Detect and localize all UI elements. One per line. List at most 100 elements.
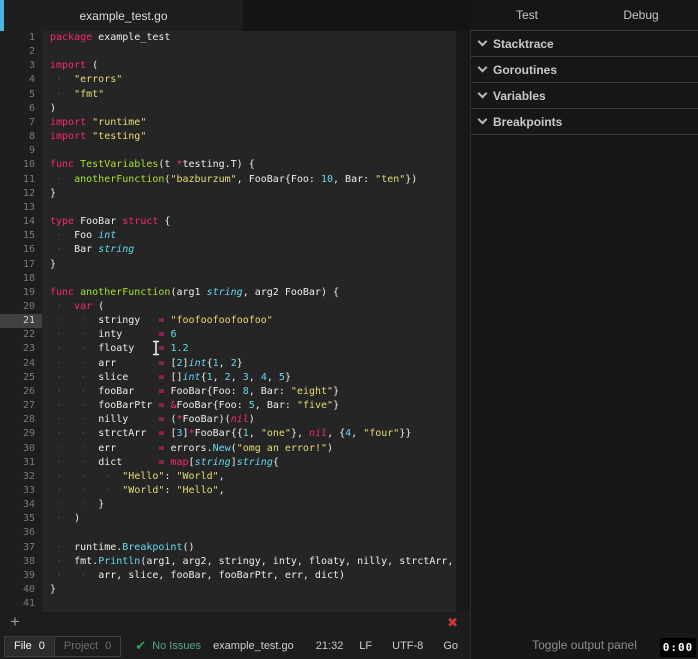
code-line[interactable]: · ) — [50, 512, 456, 526]
code-line[interactable]: · · fooBarPtr = &FooBar{Foo: 5, Bar: "fi… — [50, 399, 456, 413]
line-number[interactable]: 6 — [0, 102, 42, 116]
code-line[interactable]: func TestVariables(t *testing.T) { — [50, 158, 456, 172]
code-line[interactable]: · var ( — [50, 300, 456, 314]
line-number[interactable]: 2 — [0, 45, 42, 59]
code-line[interactable]: · · stringy = "foofoofoofoofoo" — [50, 314, 456, 328]
line-number[interactable]: 20 — [0, 300, 42, 314]
line-number[interactable]: 21 — [0, 314, 42, 329]
status-item[interactable]: UTF-8 — [392, 640, 423, 652]
code-line[interactable]: · · nilly = (*FooBar)(nil) — [50, 413, 456, 427]
line-number[interactable]: 40 — [0, 583, 42, 597]
status-item[interactable]: LF — [359, 640, 372, 652]
panel-section-goroutines[interactable]: Goroutines — [471, 57, 698, 83]
line-number[interactable]: 16 — [0, 243, 42, 257]
code-line[interactable]: · fmt.Println(arg1, arg2, stringy, inty,… — [50, 555, 456, 569]
code-line[interactable]: ) — [50, 102, 456, 116]
add-tab-button[interactable]: + — [10, 612, 20, 632]
line-number[interactable]: 12 — [0, 187, 42, 201]
status-item[interactable]: Go — [443, 640, 458, 652]
code-line[interactable]: · anotherFunction("bazburzum", FooBar{Fo… — [50, 173, 456, 187]
code-line[interactable] — [50, 526, 456, 540]
line-number[interactable]: 9 — [0, 144, 42, 158]
line-number[interactable]: 22 — [0, 328, 42, 342]
code-line[interactable]: · · dict = map[string]string{ — [50, 456, 456, 470]
line-number[interactable]: 38 — [0, 555, 42, 569]
code-line[interactable]: · · inty = 6 — [50, 328, 456, 342]
code-line[interactable]: package example_test — [50, 31, 456, 45]
code-line[interactable]: import "runtime" — [50, 116, 456, 130]
code-editor[interactable]: 1 2 3 4 5 6 7 8 9 10 11 12 13 14 15 16 17 18 19 20 21 22 23 24 2… — [0, 31, 470, 612]
line-number[interactable]: 30 — [0, 442, 42, 456]
code-line[interactable]: } — [50, 187, 456, 201]
line-number[interactable]: 18 — [0, 272, 42, 286]
code-line[interactable] — [50, 597, 456, 611]
line-number[interactable]: 27 — [0, 399, 42, 413]
code-line[interactable]: import ( — [50, 59, 456, 73]
code-line[interactable] — [50, 144, 456, 158]
code-line[interactable]: · runtime.Breakpoint() — [50, 541, 456, 555]
code-line[interactable]: · "fmt" — [50, 88, 456, 102]
line-number[interactable]: 39 — [0, 569, 42, 583]
code-line[interactable]: · · strctArr = [3]*FooBar{{1, "one"}, ni… — [50, 427, 456, 441]
code-line[interactable] — [50, 45, 456, 59]
code-line[interactable]: · · arr, slice, fooBar, fooBarPtr, err, … — [50, 569, 456, 583]
line-number[interactable]: 14 — [0, 215, 42, 229]
tab-example-test-go[interactable]: example_test.go — [4, 0, 243, 31]
line-number[interactable]: 35 — [0, 512, 42, 526]
code-line[interactable]: · Foo int — [50, 229, 456, 243]
line-number[interactable]: 29 — [0, 427, 42, 441]
line-number[interactable]: 25 — [0, 371, 42, 385]
line-number[interactable]: 3 — [0, 59, 42, 73]
code-line[interactable]: · "errors" — [50, 73, 456, 87]
code-line[interactable]: · · · "Hello": "World", — [50, 470, 456, 484]
line-number[interactable]: 24 — [0, 357, 42, 371]
line-number[interactable]: 31 — [0, 456, 42, 470]
line-number[interactable]: 11 — [0, 173, 42, 187]
code-line[interactable]: · · arr = [2]int{1, 2} — [50, 357, 456, 371]
line-number[interactable]: 13 — [0, 201, 42, 215]
code-line[interactable]: func anotherFunction(arg1 string, arg2 F… — [50, 286, 456, 300]
line-number[interactable]: 7 — [0, 116, 42, 130]
panel-section-variables[interactable]: Variables — [471, 83, 698, 109]
code-line[interactable]: · · } — [50, 498, 456, 512]
line-number[interactable]: 5 — [0, 88, 42, 102]
file-count-button[interactable]: File 0 — [4, 635, 55, 657]
line-number[interactable]: 34 — [0, 498, 42, 512]
code-line[interactable]: · · slice = []int{1, 2, 3, 4, 5} — [50, 371, 456, 385]
code-line[interactable]: import "testing" — [50, 130, 456, 144]
close-icon[interactable]: ✖ — [447, 615, 458, 631]
line-number[interactable]: 23 — [0, 342, 42, 356]
code-line[interactable]: · · · "World": "Hello", — [50, 484, 456, 498]
code-line[interactable]: } — [50, 583, 456, 597]
line-number[interactable]: 8 — [0, 130, 42, 144]
tab-test[interactable]: Test — [470, 0, 584, 30]
code-area[interactable]: package example_test import ( · "errors" … — [42, 31, 456, 612]
panel-section-stacktrace[interactable]: Stacktrace — [471, 31, 698, 57]
project-count-button[interactable]: Project 0 — [54, 635, 122, 657]
line-number[interactable]: 4 — [0, 73, 42, 87]
editor-scrollbar[interactable] — [456, 31, 470, 612]
panel-section-label: Breakpoints — [493, 114, 563, 129]
panel-section-breakpoints[interactable]: Breakpoints — [471, 109, 698, 135]
line-number[interactable]: 28 — [0, 413, 42, 427]
line-number[interactable]: 32 — [0, 470, 42, 484]
line-number[interactable]: 1 — [0, 31, 42, 45]
code-line[interactable]: · · fooBar = FooBar{Foo: 8, Bar: "eight"… — [50, 385, 456, 399]
line-number[interactable]: 15 — [0, 229, 42, 243]
tab-debug[interactable]: Debug — [584, 0, 698, 30]
line-number[interactable]: 26 — [0, 385, 42, 399]
code-line[interactable]: type FooBar struct { — [50, 215, 456, 229]
line-number[interactable]: 17 — [0, 258, 42, 272]
code-line[interactable] — [50, 272, 456, 286]
code-line[interactable]: } — [50, 258, 456, 272]
code-line[interactable]: · · err = errors.New("omg an error!") — [50, 442, 456, 456]
code-line[interactable]: · Bar string — [50, 243, 456, 257]
code-line[interactable]: · · floaty = 1.2 — [50, 342, 456, 356]
line-number[interactable]: 41 — [0, 597, 42, 611]
line-number[interactable]: 19 — [0, 286, 42, 300]
line-number[interactable]: 37 — [0, 541, 42, 555]
line-number[interactable]: 33 — [0, 484, 42, 498]
code-line[interactable] — [50, 201, 456, 215]
line-number[interactable]: 10 — [0, 158, 42, 172]
line-number[interactable]: 36 — [0, 526, 42, 540]
